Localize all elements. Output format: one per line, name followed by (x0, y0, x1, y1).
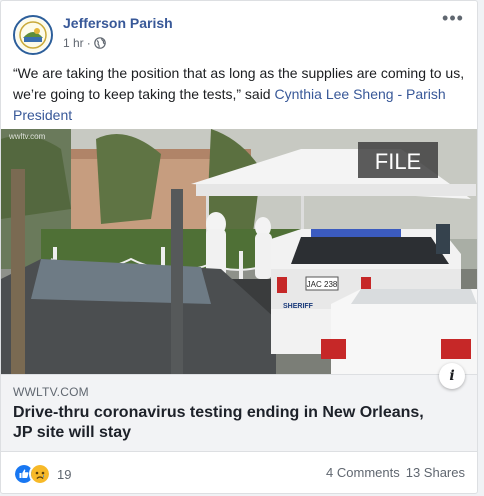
reactions-summary[interactable]: 19 (13, 463, 71, 485)
post-card: Jefferson Parish 1 hr · ••• “We are taki… (0, 0, 478, 494)
meta-separator: · (86, 36, 91, 50)
post-timestamp[interactable]: 1 hr (63, 36, 84, 50)
post-meta: 1 hr · (63, 36, 106, 50)
link-headline[interactable]: Drive-thru coronavirus testing ending in… (13, 403, 447, 443)
news-photo: JAC 238 SHERIFF FILE wwltv.com (1, 129, 477, 374)
parish-seal-icon (16, 18, 50, 52)
file-badge: FILE (375, 149, 421, 174)
page-name-link[interactable]: Jefferson Parish (63, 15, 173, 31)
sad-reaction-icon (29, 463, 51, 485)
globe-icon[interactable] (93, 37, 106, 49)
post-message: “We are taking the position that as long… (13, 63, 465, 126)
license-plate: JAC 238 (307, 280, 338, 289)
post-footer: 19 4 Comments 13 Shares (13, 459, 465, 487)
more-options-button[interactable]: ••• (441, 9, 465, 31)
comments-count-link[interactable]: 4 Comments (326, 465, 400, 480)
link-domain: WWLTV.COM (13, 385, 89, 399)
post-header: Jefferson Parish 1 hr · ••• (13, 9, 465, 55)
reaction-count: 19 (57, 466, 72, 482)
link-preview[interactable]: i WWLTV.COM Drive-thru coronavirus testi… (1, 363, 477, 452)
shares-count-link[interactable]: 13 Shares (406, 465, 465, 480)
image-watermark: wwltv.com (8, 132, 46, 141)
engagement-counts: 4 Comments 13 Shares (326, 465, 465, 480)
info-icon[interactable]: i (439, 363, 465, 389)
link-image[interactable]: JAC 238 SHERIFF FILE wwltv.com (1, 129, 477, 374)
car-label: SHERIFF (283, 303, 314, 310)
page-avatar[interactable] (13, 15, 53, 55)
